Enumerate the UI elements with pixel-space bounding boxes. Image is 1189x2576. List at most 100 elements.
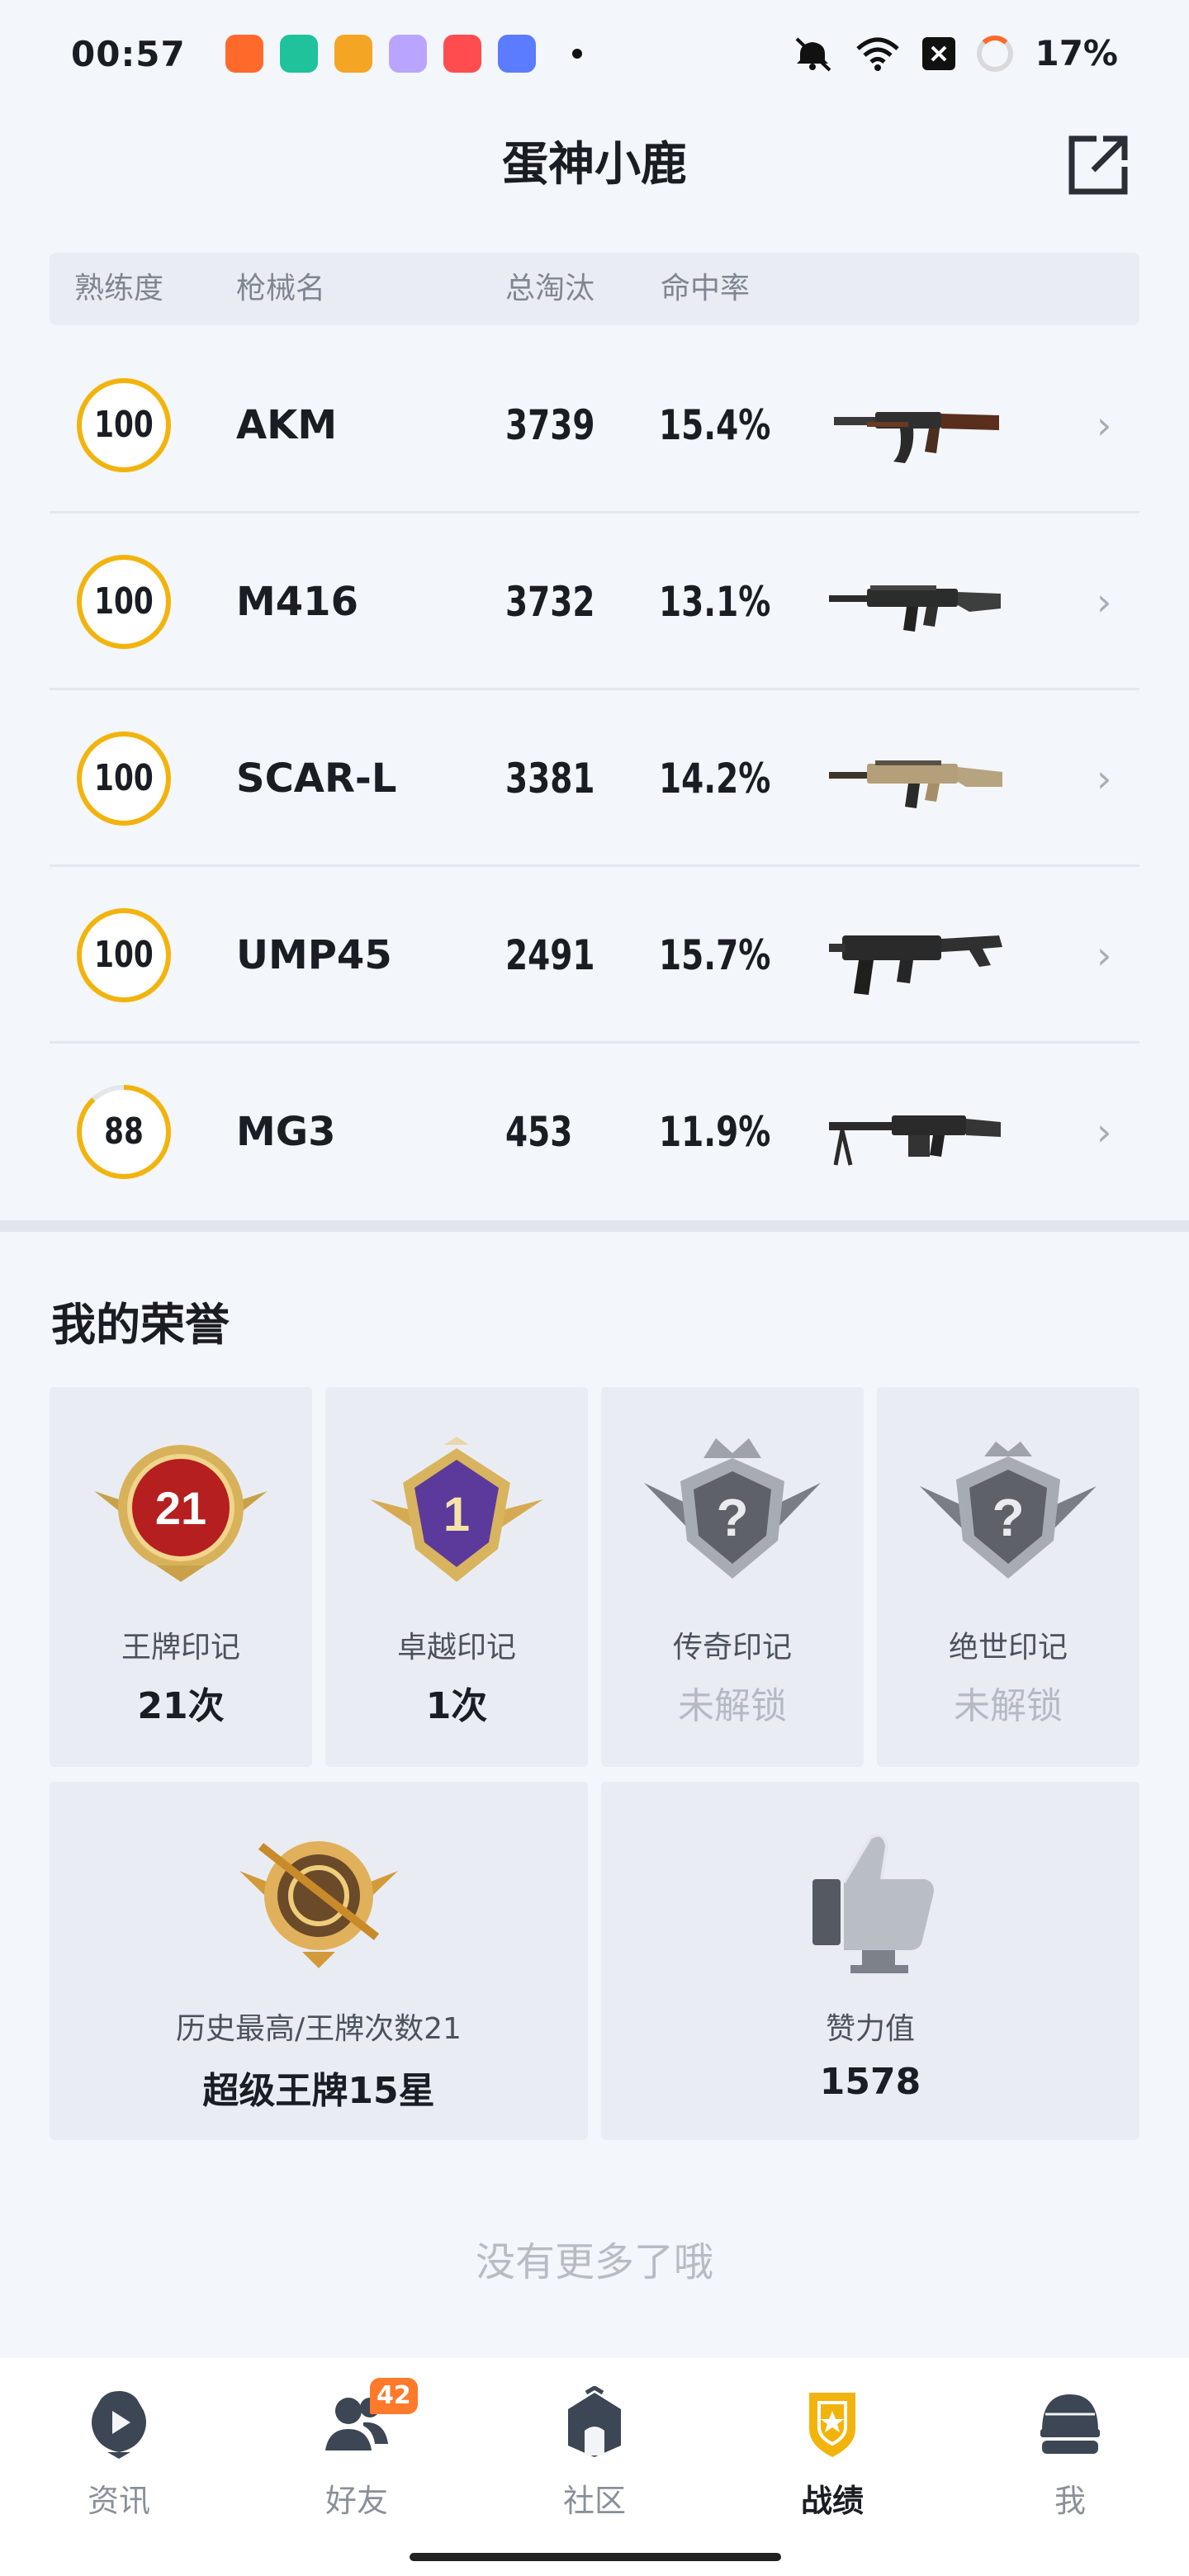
mastery-ring: 100 xyxy=(74,552,173,651)
weapon-name: AKM xyxy=(236,402,338,448)
mastery-ring: 100 xyxy=(74,376,173,475)
end-of-list-text: 没有更多了哦 xyxy=(475,2239,713,2285)
peerless-mark-symbol: ? xyxy=(992,1488,1024,1547)
honor-card-likes[interactable]: 赞力值 1578 xyxy=(601,1782,1139,2140)
honor-card-highest-rank[interactable]: 历史最高/王牌次数21 超级王牌15星 xyxy=(50,1782,588,2140)
weapon-row-akm[interactable]: 100 AKM 3739 15.4% › xyxy=(50,337,1139,514)
chevron-right-icon: › xyxy=(1097,933,1112,978)
weapon-name: SCAR-L xyxy=(236,755,397,802)
status-bar: 00:57 17% xyxy=(0,0,1189,107)
honor-label: 绝世印记 xyxy=(948,1631,1068,1664)
chevron-right-icon: › xyxy=(1097,1110,1112,1154)
app-notification-icon xyxy=(497,35,536,73)
nav-item-me[interactable]: 我 xyxy=(951,2358,1189,2576)
weapon-accuracy: 15.4% xyxy=(659,401,771,449)
excellence-mark-badge-icon: 1 xyxy=(370,1437,543,1582)
mastery-ring: 100 xyxy=(74,906,173,1005)
close-box-icon xyxy=(922,36,956,70)
weapon-kills: 3381 xyxy=(505,755,595,803)
honor-card-peerless-mark[interactable]: ? 绝世印记 未解锁 xyxy=(877,1387,1139,1767)
honor-value-locked: 未解锁 xyxy=(954,1685,1063,1727)
nav-item-stats[interactable]: 战绩 xyxy=(713,2358,951,2576)
nav-item-news[interactable]: 资讯 xyxy=(0,2358,238,2576)
page-header: 蛋神小鹿 xyxy=(0,124,1189,206)
weapon-table-header: 熟练度 枪械名 总淘汰 命中率 xyxy=(50,253,1139,325)
chevron-right-icon: › xyxy=(1097,756,1112,801)
weapon-kills: 2491 xyxy=(505,931,595,979)
ace-rank-emblem-icon xyxy=(239,1841,398,1968)
honors-section-title: 我的荣誉 xyxy=(51,1299,230,1351)
weapon-row-m416[interactable]: 100 M416 3732 13.1% › xyxy=(50,514,1139,690)
more-notifications-dot xyxy=(571,49,582,59)
nav-label: 资讯 xyxy=(87,2483,150,2519)
stats-shield-icon xyxy=(809,2393,855,2457)
bottom-nav: 资讯 42 好友 社区 战绩 我 xyxy=(0,2358,1189,2576)
honor-value-locked: 未解锁 xyxy=(678,1685,787,1727)
app-notification-icon xyxy=(334,35,372,73)
notification-app-icons xyxy=(225,35,582,73)
battery-ring-icon xyxy=(977,35,1014,72)
community-icon xyxy=(568,2386,621,2457)
honor-label: 卓越印记 xyxy=(396,1631,516,1664)
legend-mark-symbol: ? xyxy=(716,1488,748,1547)
page-title: 蛋神小鹿 xyxy=(502,138,687,192)
nav-item-community[interactable]: 社区 xyxy=(476,2358,713,2576)
header-total-kills: 总淘汰 xyxy=(505,272,595,305)
honor-label: 赞力值 xyxy=(825,2012,915,2046)
nav-label-active: 战绩 xyxy=(800,2483,864,2519)
mastery-value: 100 xyxy=(94,757,154,799)
home-indicator xyxy=(410,2553,781,2561)
wifi-icon xyxy=(856,37,900,71)
app-notification-icon xyxy=(279,35,318,73)
header-mastery: 熟练度 xyxy=(74,272,164,305)
akm-rifle-icon xyxy=(834,412,999,463)
weapon-accuracy: 14.2% xyxy=(659,755,771,803)
chevron-right-icon: › xyxy=(1097,403,1112,447)
honor-value: 1578 xyxy=(819,2061,921,2103)
weapon-row-scar-l[interactable]: 100 SCAR-L 3381 14.2% › xyxy=(50,690,1139,867)
legend-mark-badge-icon: ? xyxy=(644,1438,821,1579)
weapon-kills: 3739 xyxy=(505,401,595,449)
weapon-accuracy: 15.7% xyxy=(659,931,771,979)
ace-mark-badge-icon: 21 xyxy=(94,1445,268,1582)
app-notification-icon xyxy=(388,35,427,73)
mastery-ring: 100 xyxy=(74,729,173,828)
friends-notification-badge: 42 xyxy=(370,2378,418,2414)
nav-label: 社区 xyxy=(562,2483,626,2519)
header-weapon-name: 枪械名 xyxy=(236,272,326,305)
thumbs-up-icon xyxy=(812,1833,934,1973)
honor-card-ace-mark[interactable]: 21 王牌印记 21次 xyxy=(50,1387,312,1767)
ump45-smg-icon xyxy=(829,935,1002,995)
mastery-value: 100 xyxy=(94,580,154,623)
honor-card-excellence-mark[interactable]: 1 卓越印记 1次 xyxy=(325,1387,588,1767)
honor-card-legend-mark[interactable]: ? 传奇印记 未解锁 xyxy=(601,1387,864,1767)
weapon-row-mg3[interactable]: 88 MG3 453 11.9% › xyxy=(50,1044,1139,1220)
app-notification-icon xyxy=(443,35,481,73)
battery-percent: 17% xyxy=(1035,33,1118,73)
app-notification-icon xyxy=(225,35,263,73)
honor-label: 王牌印记 xyxy=(121,1631,240,1664)
external-share-icon[interactable] xyxy=(1063,130,1133,200)
scar-l-rifle-icon xyxy=(829,760,1002,808)
mastery-ring: 88 xyxy=(74,1082,173,1181)
weapon-row-ump45[interactable]: 100 UMP45 2491 15.7% › xyxy=(50,867,1139,1044)
nav-label: 好友 xyxy=(324,2483,388,2519)
status-time: 00:57 xyxy=(71,33,186,74)
weapon-list: 100 AKM 3739 15.4% › 100 M416 3732 13.1% xyxy=(50,337,1139,1220)
nav-label: 我 xyxy=(1054,2483,1086,2519)
honor-label: 传奇印记 xyxy=(672,1631,792,1664)
ace-mark-number: 21 xyxy=(155,1482,206,1534)
honor-label: 历史最高/王牌次数21 xyxy=(176,2012,462,2046)
peerless-mark-badge-icon: ? xyxy=(920,1442,1097,1579)
mastery-value: 100 xyxy=(94,404,154,446)
header-accuracy: 命中率 xyxy=(661,272,751,305)
honor-value: 21次 xyxy=(137,1685,225,1727)
nav-item-friends[interactable]: 42 好友 xyxy=(238,2358,476,2576)
m416-rifle-icon xyxy=(829,585,1001,632)
weapon-accuracy: 13.1% xyxy=(659,578,771,626)
weapon-name: MG3 xyxy=(236,1109,336,1155)
section-divider xyxy=(0,1220,1189,1232)
weapon-kills: 3732 xyxy=(505,578,595,626)
news-icon xyxy=(92,2391,146,2459)
status-right: 17% xyxy=(792,33,1118,73)
